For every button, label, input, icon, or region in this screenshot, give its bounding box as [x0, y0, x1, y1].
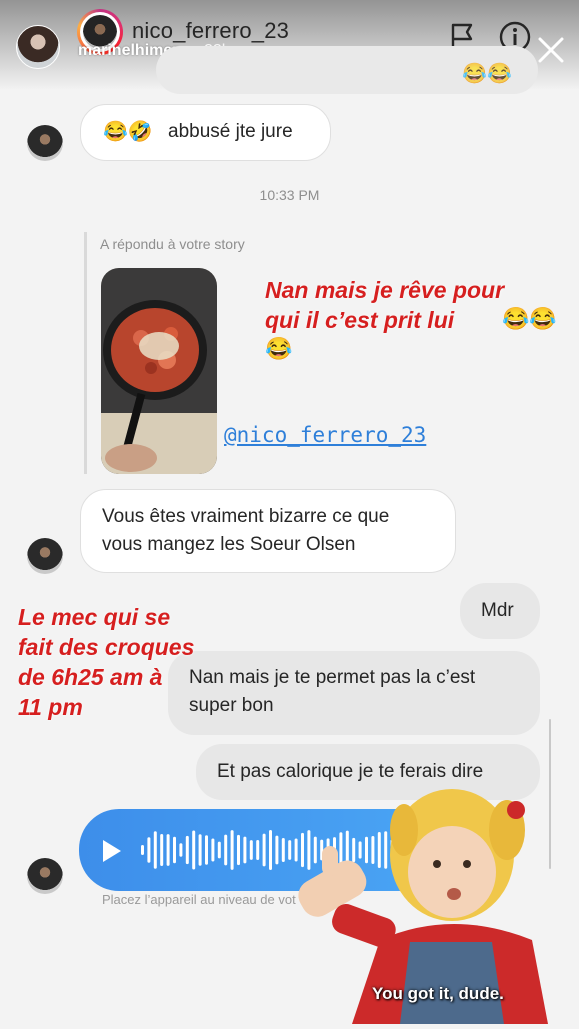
reply-quote-bar: [84, 232, 87, 474]
red-caption-left-line1: Le mec qui se: [18, 604, 171, 630]
message-text: Mdr: [481, 600, 514, 621]
story-thumbnail[interactable]: [101, 268, 217, 474]
laughing-emoji-icon: 😂😂: [502, 306, 557, 331]
message-bubble-incoming[interactable]: 😂🤣 abbusé jte jure: [80, 104, 331, 161]
message-text-line1: Vous êtes vraiment bizarre ce que: [102, 506, 390, 527]
sender-avatar[interactable]: [27, 125, 63, 161]
message-text: abbusé jte jure: [168, 121, 293, 142]
red-caption-left-line3: de 6h25 am à: [18, 664, 163, 690]
sender-avatar[interactable]: [27, 538, 63, 574]
emoji-partial: 😂😂: [462, 63, 512, 85]
laughing-emoji-icon: 😂: [265, 336, 293, 361]
laughing-emoji-icon: 😂🤣: [103, 121, 153, 143]
reply-label: A répondu à votre story: [100, 236, 245, 252]
red-caption-top-line1: Nan mais je rêve pour: [265, 277, 505, 303]
close-icon[interactable]: [535, 34, 567, 66]
play-icon[interactable]: [101, 839, 123, 863]
voice-hint-text: Placez l’appareil au niveau de vot: [102, 892, 296, 907]
header-username[interactable]: nico_ferrero_23: [132, 18, 289, 44]
red-caption-left-line2: fait des croques: [18, 634, 195, 660]
message-bubble-outgoing[interactable]: Nan mais je te permet pas la c’est super…: [168, 651, 540, 735]
sender-avatar[interactable]: [27, 858, 63, 894]
message-text-line2: vous mangez les Soeur Olsen: [102, 534, 356, 555]
message-text-line1: Nan mais je te permet pas la c’est: [189, 667, 476, 688]
red-caption-left-line4: 11 pm: [18, 694, 83, 720]
message-bubble-partial: 😂😂: [156, 46, 538, 94]
sticker-caption: You got it, dude.: [372, 984, 504, 1003]
story-owner-avatar[interactable]: [16, 25, 60, 69]
red-caption-top-line2: qui il c’est prit lui: [265, 307, 455, 333]
message-bubble-incoming[interactable]: Vous êtes vraiment bizarre ce que vous m…: [80, 489, 456, 573]
chat-timestamp: 10:33 PM: [259, 187, 320, 203]
story-mention-link[interactable]: @nico_ferrero_23: [224, 423, 426, 447]
message-text-line2: super bon: [189, 695, 274, 716]
message-bubble-outgoing[interactable]: Mdr: [460, 583, 540, 639]
